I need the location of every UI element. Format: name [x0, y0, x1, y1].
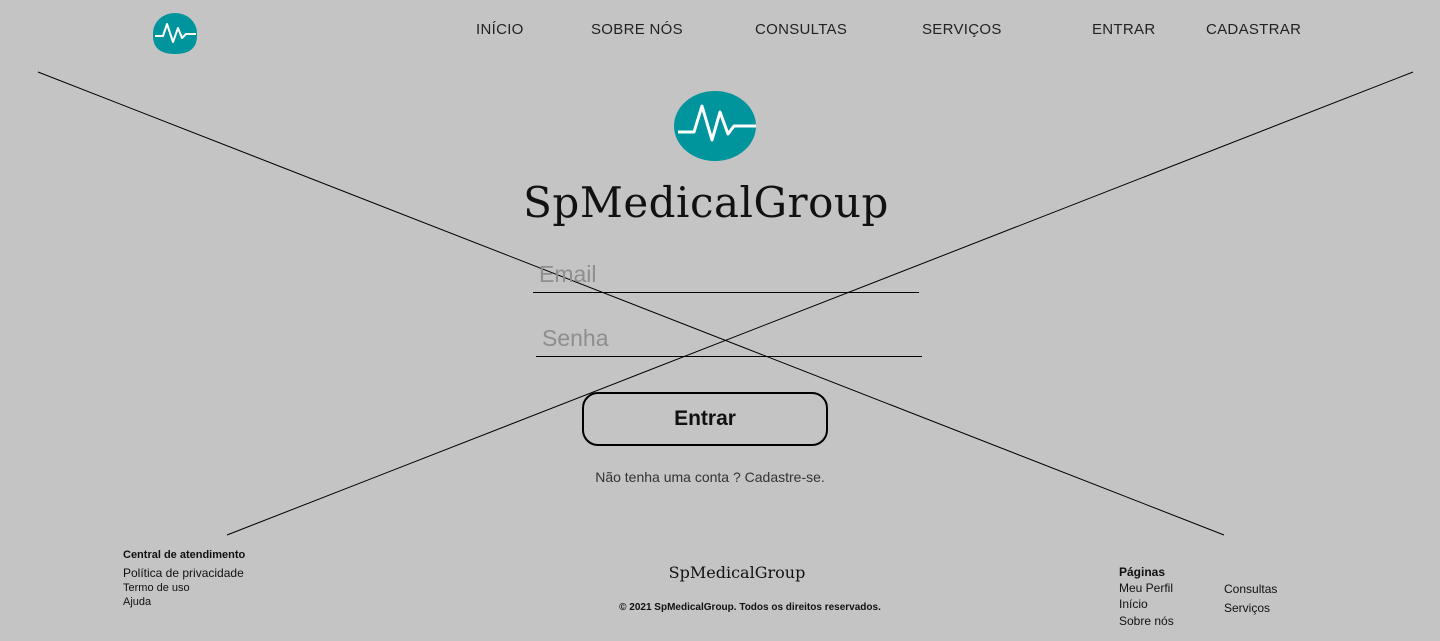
footer-copyright: © 2021 SpMedicalGroup. Todos os direitos… [619, 602, 881, 613]
heartbeat-logo-icon[interactable] [152, 12, 198, 54]
nav-entrar-link[interactable]: ENTRAR [1092, 21, 1155, 38]
nav-servicos-link[interactable]: SERVIÇOS [922, 21, 1002, 38]
nav-inicio-link[interactable]: INÍCIO [476, 21, 524, 38]
footer-pages-heading: Páginas [1119, 565, 1166, 579]
cross-line-left [37, 71, 1225, 536]
footer-sobre-nos-link[interactable]: Sobre nós [1119, 614, 1174, 628]
email-field[interactable] [533, 258, 919, 293]
footer-inicio-link[interactable]: Início [1119, 597, 1148, 611]
footer-consultas-link[interactable]: Consultas [1224, 582, 1277, 596]
nav-consultas-link[interactable]: CONSULTAS [755, 21, 847, 38]
heartbeat-logo-icon [672, 90, 758, 162]
footer-help-link[interactable]: Ajuda [123, 596, 151, 608]
password-field[interactable] [536, 322, 922, 357]
footer-brand: SpMedicalGroup [668, 563, 806, 582]
brand-title: SpMedicalGroup [523, 178, 889, 227]
footer-servicos-link[interactable]: Serviços [1224, 601, 1270, 615]
nav-cadastrar-link[interactable]: CADASTRAR [1206, 21, 1301, 38]
footer-privacy-link[interactable]: Política de privacidade [123, 566, 244, 580]
login-button[interactable]: Entrar [582, 392, 828, 446]
footer-terms-link[interactable]: Termo de uso [123, 582, 190, 594]
nav-sobre-nos-link[interactable]: SOBRE NÓS [591, 21, 683, 38]
footer-support-heading: Central de atendimento [123, 549, 246, 561]
footer-meu-perfil-link[interactable]: Meu Perfil [1119, 581, 1173, 595]
signup-link[interactable]: Não tenha uma conta ? Cadastre-se. [560, 469, 860, 485]
cross-line-right [226, 71, 1414, 536]
